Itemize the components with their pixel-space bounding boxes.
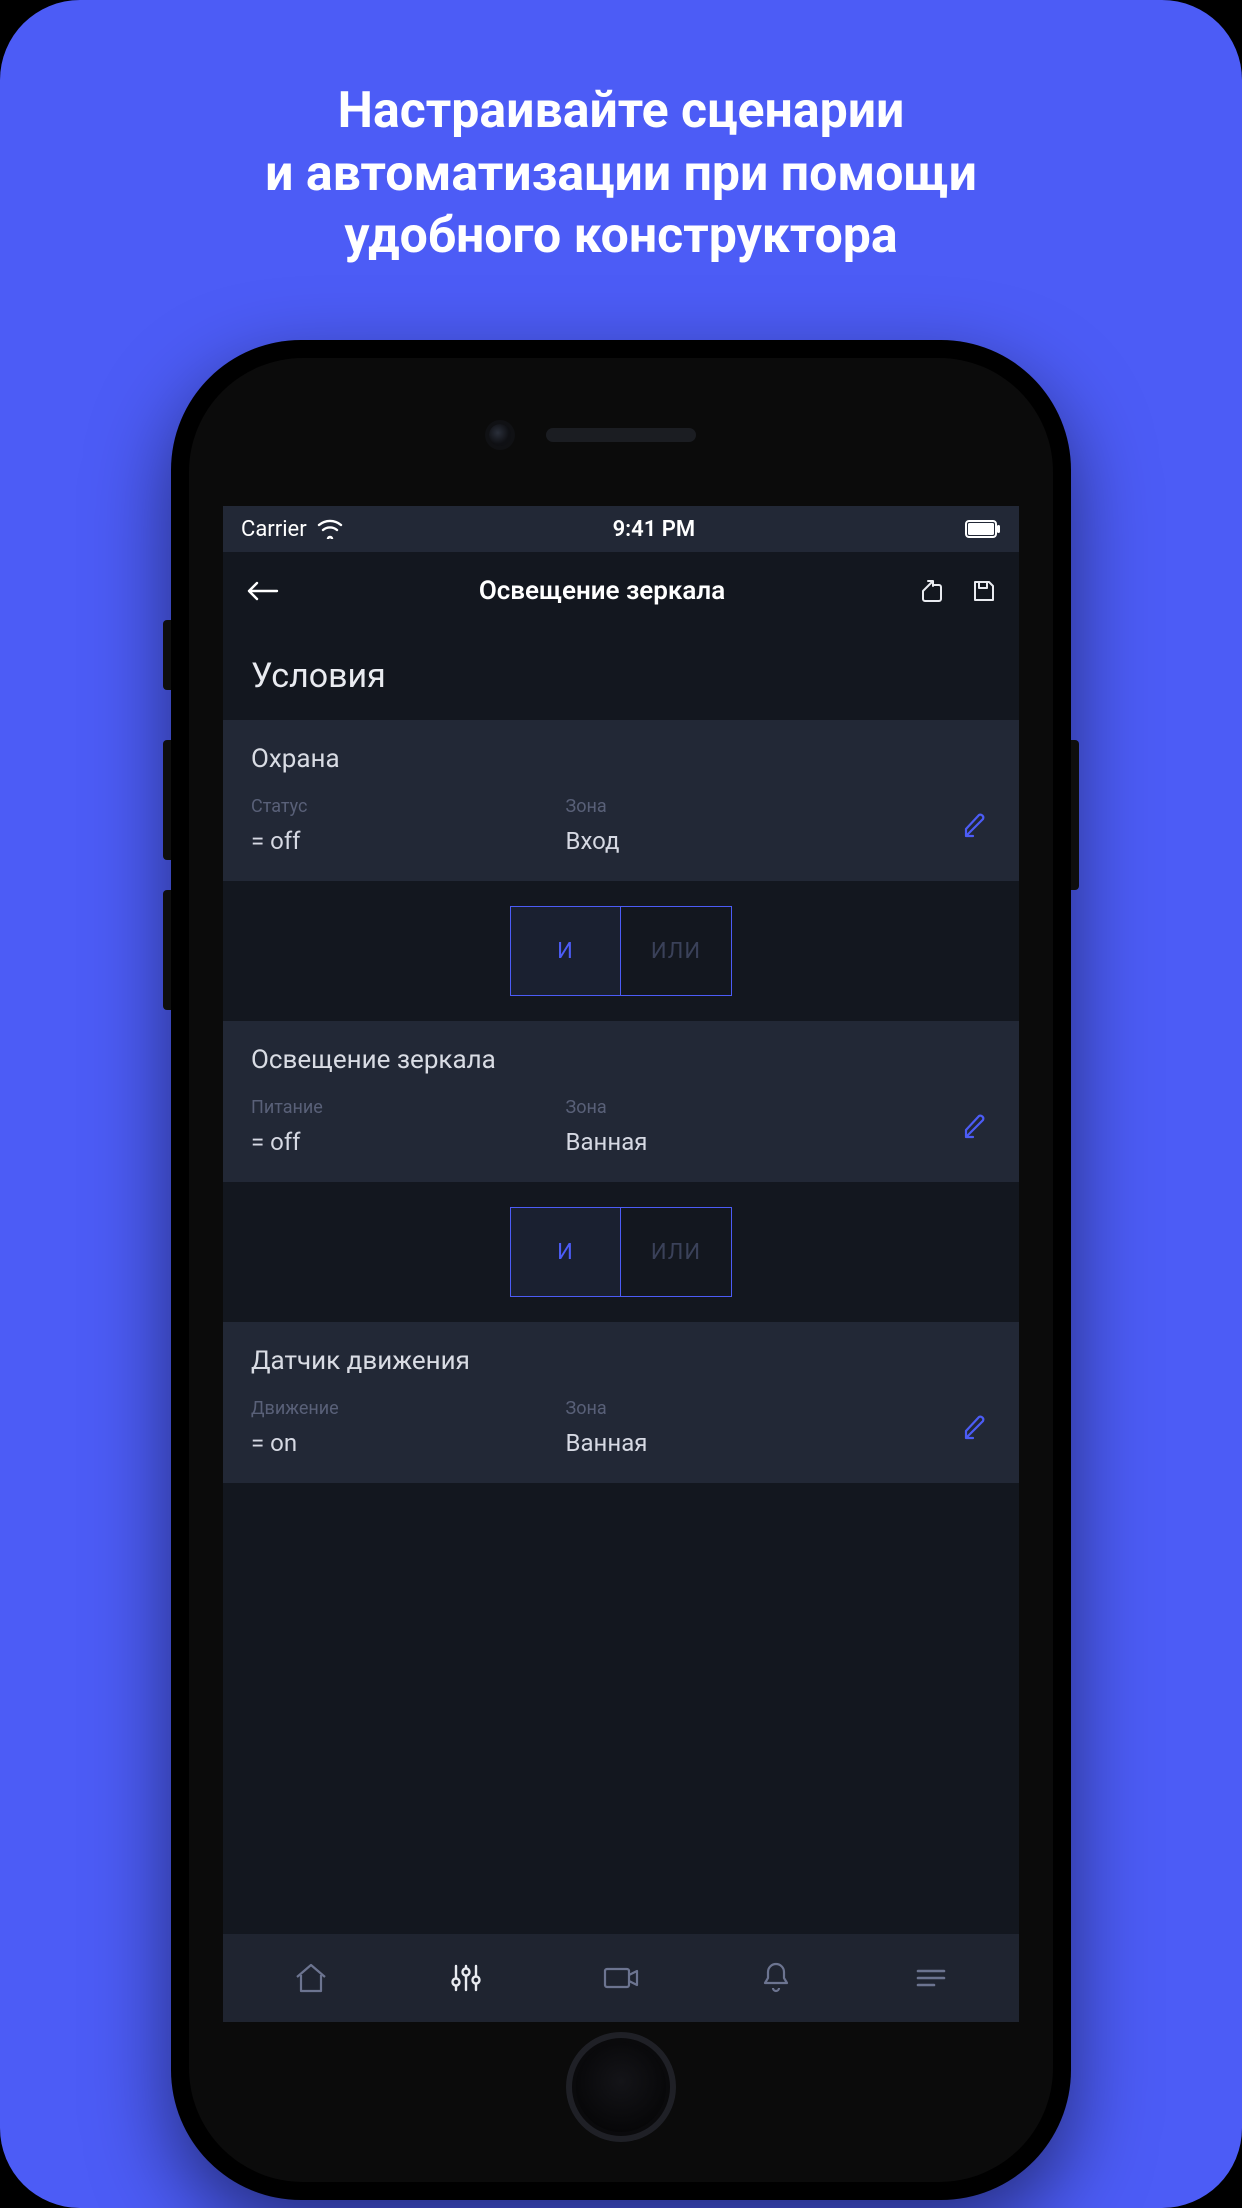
volume-up xyxy=(163,740,171,860)
status-left: Carrier xyxy=(241,517,343,542)
carrier-label: Carrier xyxy=(241,517,307,542)
save-icon[interactable] xyxy=(971,578,997,604)
field-value: = off xyxy=(251,1128,548,1156)
field-value: Ванная xyxy=(566,1429,943,1457)
field-value: Вход xyxy=(566,827,943,855)
app-screen: Carrier 9:41 PM xyxy=(223,506,1019,2022)
tab-bar xyxy=(223,1934,1019,2022)
condition-title: Охрана xyxy=(251,744,991,774)
operator-and[interactable]: И xyxy=(511,1208,621,1296)
edit-button[interactable] xyxy=(961,1413,991,1443)
operator-or[interactable]: ИЛИ xyxy=(621,1208,731,1296)
status-bar: Carrier 9:41 PM xyxy=(223,506,1019,552)
page-title: Освещение зеркала xyxy=(285,576,919,606)
field-value: = on xyxy=(251,1429,548,1457)
promo-line: Настраивайте сценарии xyxy=(60,80,1182,143)
promo-frame: Настраивайте сценарии и автоматизации пр… xyxy=(0,0,1242,2208)
operator-or[interactable]: ИЛИ xyxy=(621,907,731,995)
tab-bell[interactable] xyxy=(744,1946,808,2010)
wifi-icon xyxy=(317,519,343,539)
field-value: = off xyxy=(251,827,548,855)
section-title: Условия xyxy=(223,630,1019,720)
earpiece-speaker xyxy=(546,428,696,442)
operator-and[interactable]: И xyxy=(511,907,621,995)
operator-toggle[interactable]: И ИЛИ xyxy=(510,906,732,996)
operator-row: И ИЛИ xyxy=(223,881,1019,1021)
promo-line: удобного конструктора xyxy=(60,205,1182,268)
power-button xyxy=(1071,740,1079,890)
condition-card: Освещение зеркала Питание = off Зона Ван… xyxy=(223,1021,1019,1182)
condition-title: Освещение зеркала xyxy=(251,1045,991,1075)
promo-headline: Настраивайте сценарии и автоматизации пр… xyxy=(0,0,1242,268)
field-label: Питание xyxy=(251,1097,548,1118)
field-label: Движение xyxy=(251,1398,548,1419)
tab-sliders[interactable] xyxy=(434,1946,498,2010)
battery-icon xyxy=(965,520,1001,538)
condition-card: Охрана Статус = off Зона Вход xyxy=(223,720,1019,881)
home-button[interactable] xyxy=(566,2032,676,2142)
promo-line: и автоматизации при помощи xyxy=(60,143,1182,206)
back-button[interactable] xyxy=(245,579,285,603)
field-label: Зона xyxy=(566,1097,943,1118)
mute-switch xyxy=(163,620,171,690)
operator-toggle[interactable]: И ИЛИ xyxy=(510,1207,732,1297)
field-label: Зона xyxy=(566,796,943,817)
edit-button[interactable] xyxy=(961,811,991,841)
share-icon[interactable] xyxy=(919,577,947,605)
front-camera xyxy=(489,424,511,446)
phone-mockup: Carrier 9:41 PM xyxy=(171,340,1071,2200)
tab-camera[interactable] xyxy=(589,1946,653,2010)
volume-down xyxy=(163,890,171,1010)
edit-button[interactable] xyxy=(961,1112,991,1142)
phone-top xyxy=(189,358,1053,498)
condition-card: Датчик движения Движение = on Зона Ванна… xyxy=(223,1322,1019,1483)
field-label: Зона xyxy=(566,1398,943,1419)
tab-home[interactable] xyxy=(279,1946,343,2010)
phone-bezel: Carrier 9:41 PM xyxy=(189,358,1053,2182)
field-value: Ванная xyxy=(566,1128,943,1156)
operator-row: И ИЛИ xyxy=(223,1182,1019,1322)
conditions-list: Охрана Статус = off Зона Вход xyxy=(223,720,1019,1934)
status-right xyxy=(965,520,1001,538)
nav-bar: Освещение зеркала xyxy=(223,552,1019,630)
nav-actions xyxy=(919,577,997,605)
tab-menu[interactable] xyxy=(899,1946,963,2010)
condition-title: Датчик движения xyxy=(251,1346,991,1376)
clock: 9:41 PM xyxy=(613,517,696,542)
field-label: Статус xyxy=(251,796,548,817)
